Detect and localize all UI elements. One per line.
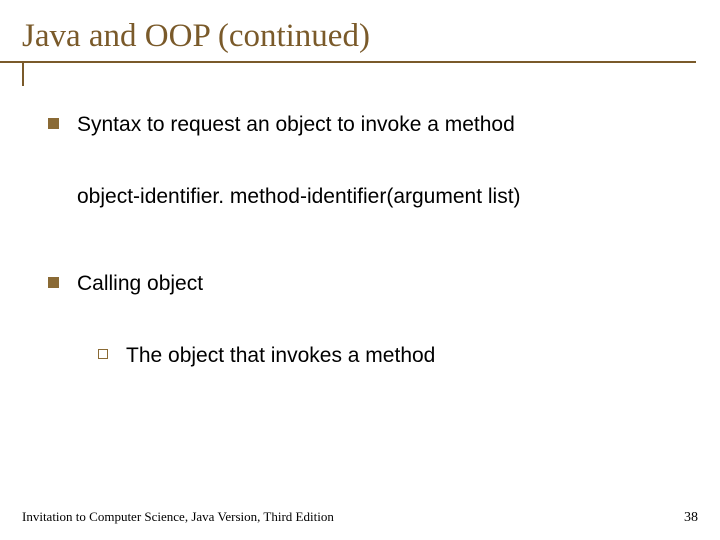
bullet-item: Calling object (48, 270, 680, 298)
slide-content: Syntax to request an object to invoke a … (0, 63, 720, 370)
bullet-item: Syntax to request an object to invoke a … (48, 111, 680, 139)
square-bullet-icon (48, 277, 59, 288)
page-number: 38 (684, 510, 698, 526)
footer-left: Invitation to Computer Science, Java Ver… (22, 509, 334, 525)
slide-title: Java and OOP (continued) (22, 18, 720, 55)
square-bullet-icon (48, 118, 59, 129)
footer: Invitation to Computer Science, Java Ver… (22, 509, 698, 526)
title-area: Java and OOP (continued) (0, 0, 720, 55)
sub-bullet-item: The object that invokes a method (98, 342, 680, 370)
bullet-text: Syntax to request an object to invoke a … (77, 111, 680, 139)
bullet-text: Calling object (77, 270, 680, 298)
syntax-text: object-identifier. method-identifier(arg… (77, 183, 680, 211)
hollow-square-bullet-icon (98, 349, 108, 359)
sub-bullet-text: The object that invokes a method (126, 342, 435, 370)
title-side-rule (22, 62, 24, 86)
